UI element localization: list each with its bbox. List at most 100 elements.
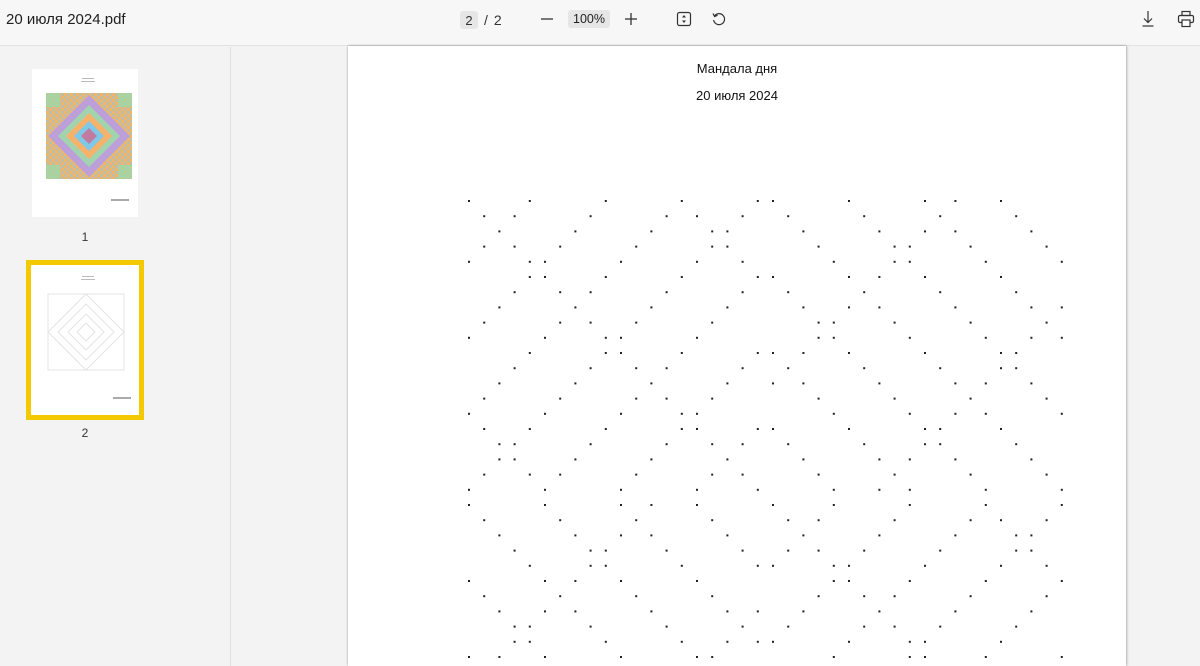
mandala-dot bbox=[468, 260, 470, 263]
mandala-dot bbox=[954, 534, 957, 537]
mandala-dot bbox=[635, 397, 638, 400]
mandala-dot bbox=[939, 367, 942, 370]
mandala-dot bbox=[984, 382, 987, 385]
mandala-dot bbox=[498, 534, 501, 537]
rotate-icon bbox=[712, 13, 726, 26]
mandala-dot bbox=[848, 352, 850, 354]
mandala-dot bbox=[650, 534, 653, 537]
mandala-dot bbox=[954, 382, 957, 385]
mandala-dot bbox=[1045, 321, 1048, 324]
mandala-dot bbox=[589, 291, 592, 294]
mandala-dot bbox=[878, 610, 881, 613]
mandala-dot bbox=[832, 580, 835, 582]
mandala-dot bbox=[772, 352, 774, 354]
mandala-dot bbox=[528, 473, 531, 476]
mandala-dot bbox=[589, 321, 592, 324]
mandala-dot bbox=[954, 412, 957, 415]
mandala-dot bbox=[483, 473, 486, 476]
mandala-dot bbox=[741, 443, 744, 446]
mandala-dot bbox=[589, 549, 592, 552]
mandala-dot bbox=[711, 656, 714, 658]
pdf-page: Мандала дня 20 июля 2024 bbox=[348, 46, 1126, 666]
mandala-dot bbox=[696, 656, 698, 658]
mandala-dot bbox=[711, 519, 714, 522]
mandala-dot bbox=[513, 640, 516, 643]
mandala-dot bbox=[787, 519, 790, 522]
mandala-dot bbox=[863, 595, 866, 598]
mandala-dot bbox=[1060, 656, 1063, 658]
page-thumbnail-2[interactable] bbox=[26, 260, 144, 420]
mandala-dot bbox=[711, 230, 714, 233]
mandala-dot bbox=[483, 595, 486, 598]
mandala-dot bbox=[620, 260, 622, 263]
mandala-dot bbox=[726, 382, 729, 385]
mandala-dot bbox=[756, 352, 759, 354]
mandala-dot bbox=[908, 260, 911, 263]
mandala-dot bbox=[696, 260, 698, 263]
mandala-dot bbox=[604, 336, 607, 339]
mandala-dot bbox=[468, 488, 470, 491]
mandala-dot bbox=[756, 610, 759, 613]
mandala-dot bbox=[832, 260, 835, 263]
mandala-dot bbox=[513, 215, 516, 218]
current-page-input[interactable]: 2 bbox=[460, 11, 478, 29]
zoom-level[interactable]: 100% bbox=[568, 10, 610, 28]
mandala-dot bbox=[589, 564, 592, 567]
mandala-dot bbox=[772, 428, 774, 430]
mandala-dot bbox=[1060, 504, 1063, 506]
mandala-dot bbox=[863, 291, 866, 294]
mandala-dot bbox=[650, 610, 653, 613]
mandala-dot bbox=[589, 215, 592, 218]
mandala-dot bbox=[1000, 519, 1002, 522]
mandala-dot bbox=[741, 367, 744, 370]
mandala-dot bbox=[787, 549, 790, 552]
mandala-dot bbox=[498, 306, 501, 309]
mandala-dot bbox=[893, 625, 896, 628]
fit-page-button[interactable] bbox=[675, 10, 693, 28]
mandala-dot bbox=[878, 276, 881, 278]
download-button[interactable] bbox=[1139, 10, 1157, 28]
mandala-dot bbox=[726, 610, 729, 613]
mandala-dot bbox=[924, 640, 926, 643]
mandala-dot bbox=[954, 610, 957, 613]
mandala-dot bbox=[984, 336, 987, 339]
mandala-dot bbox=[696, 428, 698, 430]
mandala-dot bbox=[680, 564, 683, 567]
mandala-dot bbox=[802, 382, 805, 385]
mandala-dot bbox=[559, 519, 562, 522]
mandala-dot bbox=[908, 245, 911, 248]
mandala-dot bbox=[832, 321, 835, 324]
mandala-dot bbox=[665, 443, 668, 446]
page-thumbnail-1[interactable] bbox=[32, 69, 138, 217]
mandala-dot bbox=[1045, 397, 1048, 400]
zoom-in-button[interactable] bbox=[622, 9, 640, 29]
mandala-dot bbox=[1015, 215, 1018, 218]
mandala-dot bbox=[817, 595, 820, 598]
mandala-dot bbox=[832, 488, 835, 491]
mandala-dot bbox=[741, 260, 744, 263]
mandala-dot bbox=[939, 443, 942, 446]
mandala-dot bbox=[1060, 306, 1063, 309]
mandala-dot bbox=[802, 352, 805, 354]
mandala-dot bbox=[528, 564, 531, 567]
mandala-dot bbox=[574, 382, 577, 385]
mandala-dot bbox=[878, 382, 881, 385]
mandala-dot bbox=[574, 610, 577, 613]
mandala-dot bbox=[939, 291, 942, 294]
mandala-dot bbox=[604, 276, 607, 278]
zoom-out-button[interactable] bbox=[538, 9, 556, 29]
mandala-dot bbox=[893, 397, 896, 400]
mandala-thumbnail-image bbox=[46, 93, 132, 179]
mandala-dot bbox=[513, 458, 516, 461]
mandala-dot bbox=[665, 291, 668, 294]
mandala-dot bbox=[513, 291, 516, 294]
fit-page-icon bbox=[676, 11, 692, 27]
mandala-dot bbox=[1060, 412, 1063, 415]
print-button[interactable] bbox=[1177, 10, 1195, 28]
mandala-dot bbox=[544, 412, 546, 415]
rotate-button[interactable] bbox=[710, 10, 728, 28]
mandala-dot bbox=[726, 306, 729, 309]
thumbnail-sidebar: 1 2 bbox=[0, 47, 231, 666]
page-navigator: 2 / 2 bbox=[460, 10, 502, 30]
mandala-dot bbox=[1000, 564, 1002, 567]
